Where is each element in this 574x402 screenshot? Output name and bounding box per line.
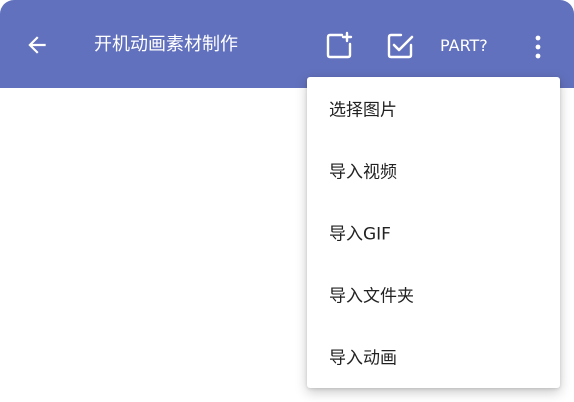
overflow-menu: 选择图片 导入视频 导入GIF 导入文件夹 导入动画 (307, 77, 560, 388)
checkbox-checked-icon (387, 33, 414, 59)
menu-item-label: 导入视频 (329, 162, 397, 183)
menu-item-import-video[interactable]: 导入视频 (307, 139, 560, 201)
app-bar: 开机动画素材制作 PART? (0, 0, 574, 88)
menu-item-import-folder[interactable]: 导入文件夹 (307, 263, 560, 325)
select-button[interactable] (381, 27, 419, 65)
more-options-button[interactable] (524, 28, 552, 66)
menu-item-import-gif[interactable]: 导入GIF (307, 201, 560, 263)
part-button[interactable]: PART? (440, 32, 488, 60)
menu-item-label: 导入GIF (329, 224, 391, 245)
screen: 开机动画素材制作 PART? 选择图片 导入视频 导入GIF 导入文件夹 导入动… (0, 0, 574, 402)
add-frame-button[interactable] (320, 27, 358, 65)
arrow-left-icon (28, 36, 46, 54)
menu-item-import-animation[interactable]: 导入动画 (307, 325, 560, 387)
menu-item-label: 导入文件夹 (329, 286, 414, 307)
menu-item-label: 选择图片 (329, 100, 397, 121)
menu-item-label: 导入动画 (329, 348, 397, 369)
add-frame-icon (326, 31, 353, 59)
page-title: 开机动画素材制作 (94, 34, 238, 55)
more-vertical-icon (535, 35, 541, 59)
back-button[interactable] (18, 26, 56, 64)
menu-item-select-image[interactable]: 选择图片 (307, 77, 560, 139)
